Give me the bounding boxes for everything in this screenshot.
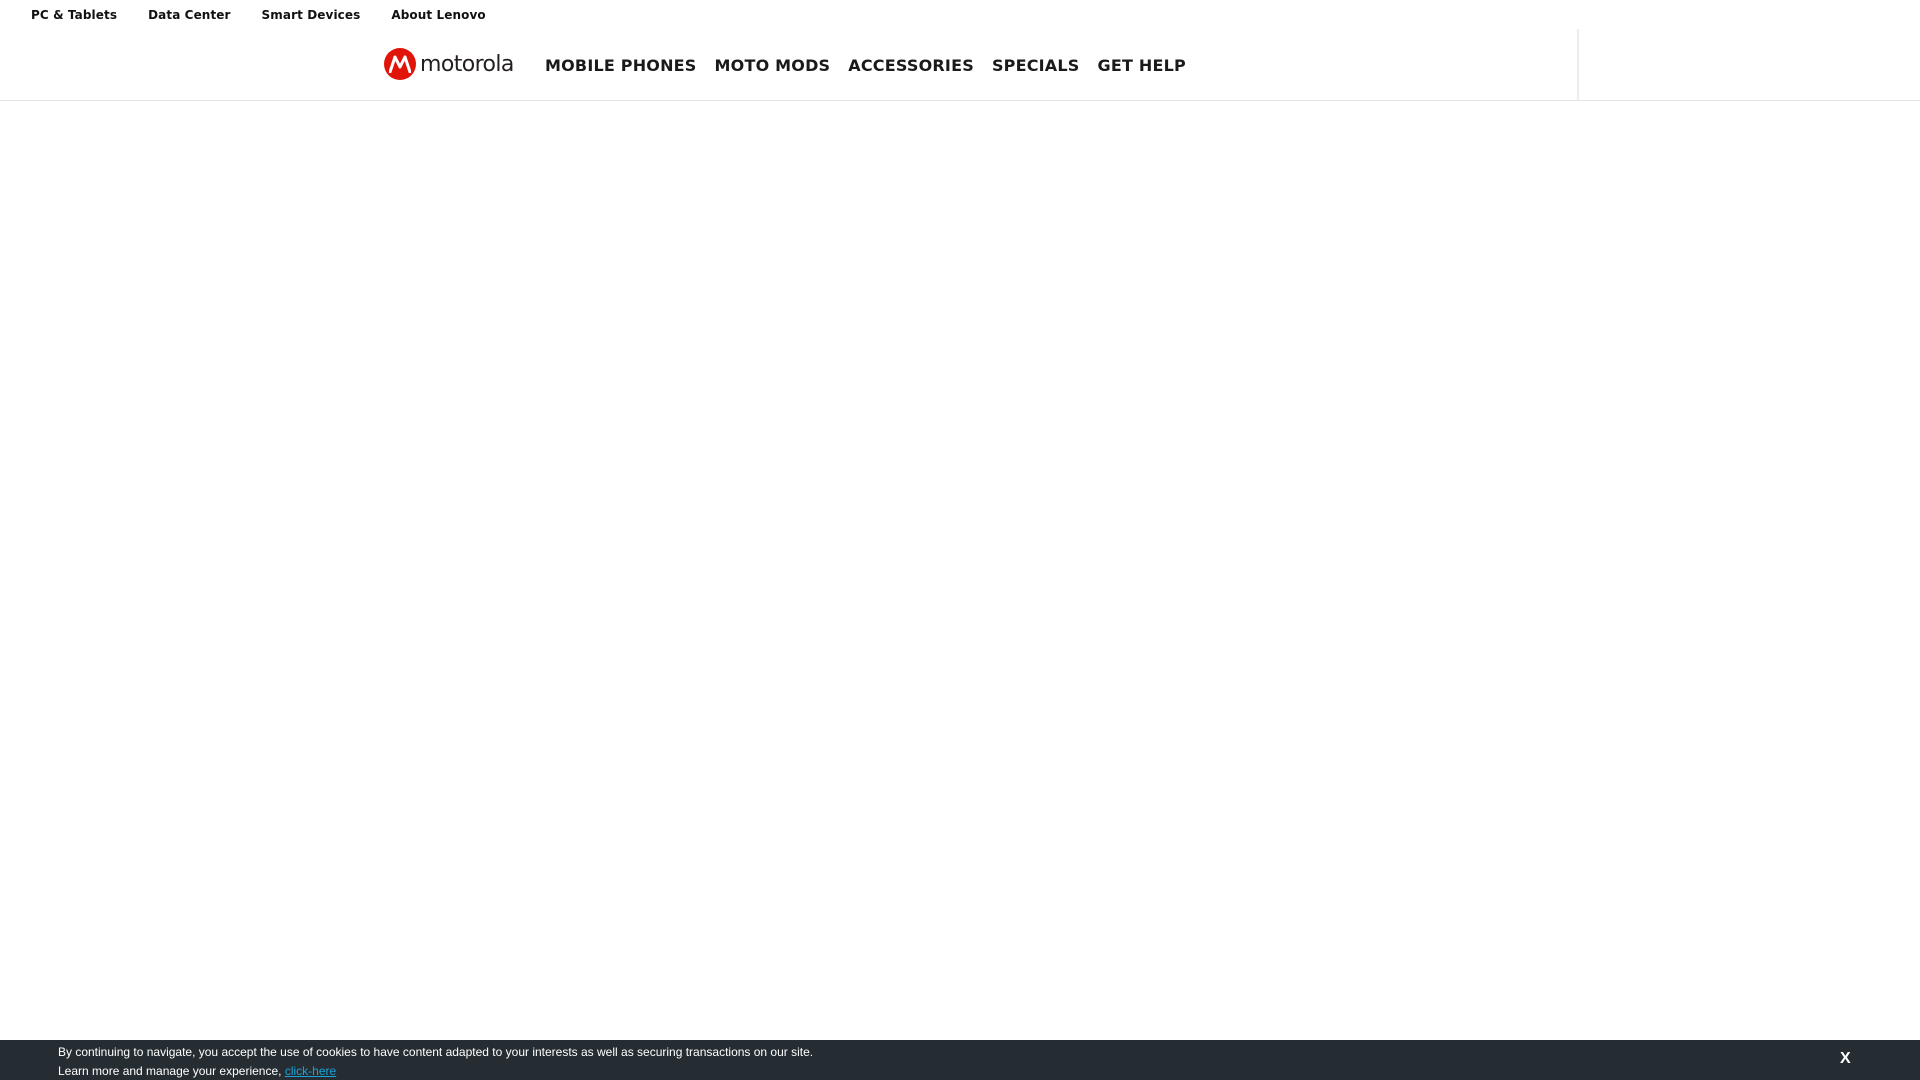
logo-wordmark: motorola	[420, 51, 514, 77]
nav-get-help[interactable]: GET HELP	[1098, 56, 1186, 75]
motorola-batwing-icon	[384, 48, 416, 80]
cookie-message: By continuing to navigate, you accept th…	[58, 1043, 813, 1080]
cookie-line-2-text: Learn more and manage your experience,	[58, 1064, 282, 1078]
cookie-line-2: Learn more and manage your experience, c…	[58, 1062, 813, 1080]
cookie-close-button[interactable]: X	[1840, 1050, 1851, 1068]
main-nav: MOBILE PHONES MOTO MODS ACCESSORIES SPEC…	[545, 29, 1204, 101]
page: PC & Tablets Data Center Smart Devices A…	[0, 0, 1920, 1080]
nav-mobile-phones[interactable]: MOBILE PHONES	[545, 56, 697, 75]
utility-link-pc-tablets[interactable]: PC & Tablets	[31, 8, 117, 22]
main-header: motorola MOBILE PHONES MOTO MODS ACCESSO…	[0, 29, 1920, 101]
cookie-line-1: By continuing to navigate, you accept th…	[58, 1045, 814, 1059]
nav-moto-mods[interactable]: MOTO MODS	[715, 56, 831, 75]
nav-specials[interactable]: SPECIALS	[992, 56, 1080, 75]
utility-nav: PC & Tablets Data Center Smart Devices A…	[0, 0, 1920, 29]
utility-link-data-center[interactable]: Data Center	[148, 8, 230, 22]
cookie-banner: By continuing to navigate, you accept th…	[0, 1040, 1920, 1080]
nav-accessories[interactable]: ACCESSORIES	[848, 56, 974, 75]
utility-link-smart-devices[interactable]: Smart Devices	[262, 8, 361, 22]
cookie-click-here-link[interactable]: click-here	[285, 1064, 336, 1078]
utility-link-about-lenovo[interactable]: About Lenovo	[391, 8, 485, 22]
motorola-logo[interactable]: motorola	[384, 47, 514, 81]
header-divider	[1577, 29, 1579, 101]
